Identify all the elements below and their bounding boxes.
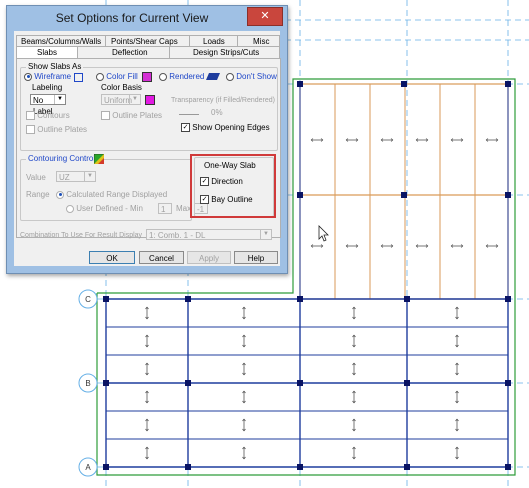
support-marker bbox=[505, 464, 511, 470]
support-marker bbox=[404, 296, 410, 302]
highlight-box bbox=[190, 154, 276, 218]
support-marker bbox=[185, 464, 191, 470]
color-basis-label: Color Basis bbox=[101, 83, 142, 92]
labeling-select[interactable]: No Label ▼ bbox=[30, 94, 66, 116]
chevron-down-icon: ▼ bbox=[260, 230, 271, 239]
support-marker bbox=[103, 380, 109, 386]
radio-user-defined[interactable]: User Defined - Min bbox=[66, 204, 143, 213]
apply-button[interactable]: Apply bbox=[187, 251, 231, 264]
support-marker bbox=[505, 81, 511, 87]
radio-calculated-range[interactable]: Calculated Range Displayed bbox=[56, 190, 167, 199]
support-marker bbox=[505, 296, 511, 302]
support-marker bbox=[185, 380, 191, 386]
dialog-title: Set Options for Current View bbox=[55, 11, 209, 25]
range-max-label: Max bbox=[176, 204, 192, 213]
radio-rendered-label: Rendered bbox=[169, 72, 205, 81]
support-marker bbox=[505, 192, 511, 198]
grid-label-b: B bbox=[85, 379, 90, 388]
bay-outlines bbox=[299, 83, 509, 300]
radio-calculated-range-label: Calculated Range Displayed bbox=[66, 190, 168, 199]
transparency-value: 0% bbox=[211, 108, 223, 117]
grid-label-c: C bbox=[85, 295, 91, 304]
grid-bubble-a[interactable]: A bbox=[78, 457, 98, 477]
support-marker bbox=[297, 81, 303, 87]
contouring-control-label: Contouring Control bbox=[26, 154, 98, 163]
help-button[interactable]: Help bbox=[234, 251, 278, 264]
contours-label: Contours bbox=[37, 111, 70, 120]
radio-wireframe[interactable]: Wireframe bbox=[24, 72, 71, 81]
radio-dont-show-label: Don't Show bbox=[236, 72, 277, 81]
color-basis-value: Uniform bbox=[104, 96, 133, 105]
show-opening-edges-checkbox[interactable]: ✓ Show Opening Edges bbox=[181, 123, 270, 133]
grid-bubble-b[interactable]: B bbox=[78, 373, 98, 393]
dialog-client-area: Beams/Columns/Walls Points/Shear Caps Lo… bbox=[14, 31, 281, 266]
support-marker bbox=[404, 464, 410, 470]
support-marker bbox=[185, 296, 191, 302]
support-marker bbox=[297, 192, 303, 198]
radio-user-defined-label: User Defined - Min bbox=[76, 204, 143, 213]
range-label: Range bbox=[26, 190, 50, 199]
range-min-value: 1 bbox=[161, 205, 166, 214]
chevron-down-icon: ▼ bbox=[84, 172, 95, 181]
ok-button[interactable]: OK bbox=[89, 251, 135, 264]
color-fill-swatch[interactable] bbox=[142, 72, 152, 82]
outline-plates-checkbox[interactable]: Outline Plates bbox=[101, 111, 163, 121]
tab-row-2: Slabs Deflection Design Strips/Cuts bbox=[16, 46, 280, 59]
labeling-label: Labeling bbox=[32, 83, 63, 92]
tab-deflection[interactable]: Deflection bbox=[112, 47, 148, 58]
contour-value: UZ bbox=[59, 173, 70, 182]
radio-color-fill-label: Color Fill bbox=[106, 72, 138, 81]
range-min-input[interactable]: 1 bbox=[158, 203, 172, 214]
dialog-titlebar[interactable]: Set Options for Current View ✕ bbox=[7, 6, 287, 30]
set-options-dialog: Set Options for Current View ✕ Beams/Col… bbox=[6, 5, 288, 274]
radio-rendered[interactable]: Rendered bbox=[159, 72, 204, 81]
support-marker bbox=[505, 380, 511, 386]
transparency-label: Transparency (if Filled/Rendered) bbox=[171, 97, 276, 104]
show-slabs-as-label: Show Slabs As bbox=[26, 62, 84, 71]
rendered-slab-icon bbox=[206, 73, 220, 80]
support-marker bbox=[103, 464, 109, 470]
radio-color-fill[interactable]: Color Fill bbox=[96, 72, 138, 81]
grid-bubbles: C B A bbox=[78, 289, 98, 477]
support-marker bbox=[297, 296, 303, 302]
chevron-down-icon: ▼ bbox=[129, 95, 140, 104]
support-marker bbox=[103, 296, 109, 302]
bay-outline bbox=[299, 83, 509, 300]
contour-value-select[interactable]: UZ ▼ bbox=[56, 171, 96, 182]
close-button[interactable]: ✕ bbox=[247, 7, 283, 26]
support-marker bbox=[401, 81, 407, 87]
contour-value-label: Value bbox=[26, 173, 46, 182]
tab-design-strips-cuts[interactable]: Design Strips/Cuts bbox=[193, 47, 259, 58]
transparency-slider[interactable] bbox=[179, 109, 199, 115]
radio-wireframe-label: Wireframe bbox=[34, 72, 72, 81]
mouse-pointer-icon bbox=[318, 225, 329, 242]
support-marker bbox=[401, 192, 407, 198]
cancel-button[interactable]: Cancel bbox=[139, 251, 184, 264]
combination-select[interactable]: 1: Comb. 1 - DL ▼ bbox=[146, 229, 272, 240]
combination-value: 1: Comb. 1 - DL bbox=[149, 231, 206, 240]
outline-plates-2-checkbox[interactable]: Outline Plates bbox=[26, 125, 88, 135]
color-basis-select[interactable]: Uniform ▼ bbox=[101, 94, 141, 105]
support-marker bbox=[404, 380, 410, 386]
combination-label: Combination To Use For Result Display bbox=[20, 232, 143, 239]
show-opening-edges-label: Show Opening Edges bbox=[192, 123, 270, 132]
wireframe-square-icon bbox=[74, 73, 83, 82]
radio-dont-show[interactable]: Don't Show bbox=[226, 72, 277, 81]
contour-icon[interactable] bbox=[94, 154, 104, 164]
close-icon: ✕ bbox=[260, 10, 270, 22]
outline-plates-2-label: Outline Plates bbox=[37, 125, 88, 134]
color-basis-swatch[interactable] bbox=[145, 95, 155, 105]
grid-bubble-c[interactable]: C bbox=[78, 289, 98, 309]
grid-label-a: A bbox=[85, 463, 91, 472]
chevron-down-icon: ▼ bbox=[54, 95, 65, 104]
support-marker bbox=[297, 464, 303, 470]
outline-plates-label: Outline Plates bbox=[112, 111, 163, 120]
contours-checkbox[interactable]: Contours bbox=[26, 111, 70, 121]
support-marker bbox=[297, 380, 303, 386]
